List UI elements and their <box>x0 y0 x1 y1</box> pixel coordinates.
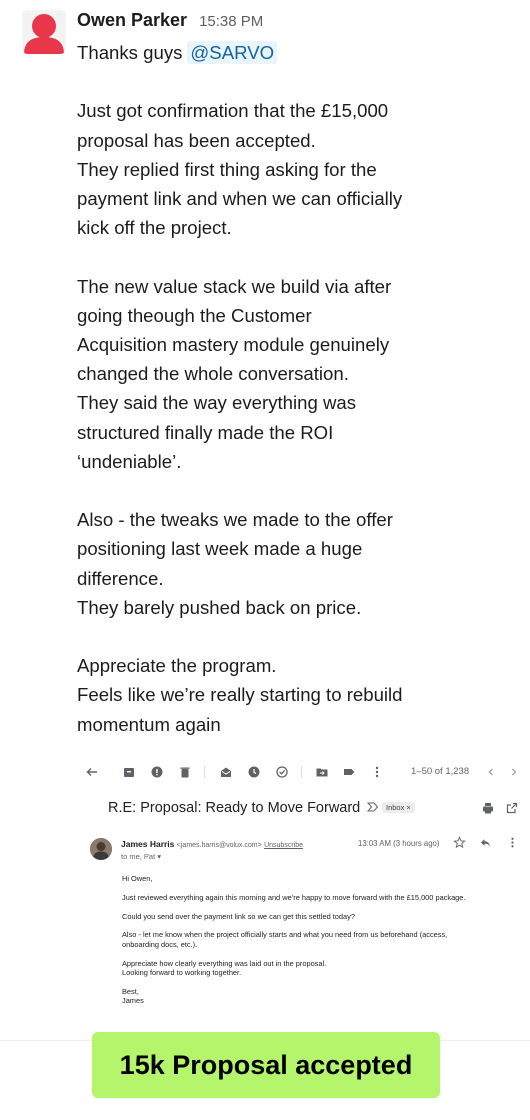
user-avatar[interactable] <box>22 10 66 54</box>
email-date: 13:03 AM (3 hours ago) <box>358 839 440 848</box>
toolbar-divider <box>204 766 205 778</box>
message-line: ‘undeniable’. <box>77 450 182 472</box>
older-chevron-icon[interactable] <box>507 765 521 779</box>
message-line: Acquisition mastery module genuinely <box>77 334 390 355</box>
email-line: Could you send over the payment link so … <box>122 911 355 921</box>
email-paragraph: Could you send over the payment link so … <box>122 912 522 922</box>
snooze-icon[interactable] <box>247 765 261 779</box>
inbox-label-chip[interactable]: Inbox × <box>382 802 415 813</box>
email-toolbar: 1–50 of 1,238 <box>80 756 530 790</box>
message-timestamp[interactable]: 15:38 PM <box>199 13 263 30</box>
more-options-icon[interactable] <box>370 765 384 779</box>
message-text: Thanks guys @SARVO Just got confirmation … <box>77 38 517 739</box>
message-line: structured finally made the ROI <box>77 421 334 443</box>
message-line: The new value stack we build via after <box>77 275 392 297</box>
sender-name[interactable]: James Harris <box>121 839 174 849</box>
message-line: momentum again <box>77 713 221 735</box>
message-first-line: Thanks guys @SARVO <box>77 38 517 67</box>
mention-tag[interactable]: @SARVO <box>187 41 278 64</box>
message-more-icon[interactable] <box>506 836 519 852</box>
message-line: They said the way everything was <box>77 392 357 414</box>
message-line: changed the whole conversation. <box>77 363 349 385</box>
back-arrow-icon[interactable] <box>85 765 99 779</box>
importance-marker-icon[interactable] <box>366 802 379 815</box>
open-new-window-icon[interactable] <box>505 801 519 815</box>
unsubscribe-link[interactable]: Unsubscribe <box>264 842 303 849</box>
email-line: onboarding docs, etc.). <box>122 939 198 949</box>
sender-email: <james.harris@volux.com> <box>176 842 262 849</box>
email-paragraph: Best, James <box>122 987 522 1006</box>
email-line: Appreciate how clearly everything was la… <box>122 958 327 968</box>
report-spam-icon[interactable] <box>150 765 164 779</box>
caption-text: 15k Proposal accepted <box>119 1049 413 1080</box>
toolbar-divider <box>301 766 302 778</box>
move-to-icon[interactable] <box>315 765 329 779</box>
message-line: Appreciate the program. <box>77 655 277 677</box>
add-task-icon[interactable] <box>275 765 289 779</box>
email-line: James <box>122 996 144 1006</box>
recipients-dropdown[interactable]: to me, Pat ▾ <box>121 852 161 861</box>
newer-chevron-icon[interactable] <box>484 765 498 779</box>
message-line: Feels like we’re really starting to rebu… <box>77 684 403 706</box>
message-line: kick off the project. <box>77 217 232 239</box>
archive-icon[interactable] <box>122 765 136 779</box>
reply-icon[interactable] <box>479 836 492 852</box>
star-icon[interactable] <box>453 836 466 852</box>
email-screenshot: 1–50 of 1,238 R.E: Proposal: Ready to Mo… <box>80 756 530 1036</box>
message-line: Just got confirmation that the £15,000 <box>77 100 389 122</box>
avatar-person-icon <box>22 10 66 54</box>
email-line: Hi Owen, <box>122 874 153 883</box>
email-paragraph: Hi Owen, <box>122 874 522 884</box>
message-line: going theough the Customer <box>77 304 312 326</box>
print-icon[interactable] <box>481 801 495 815</box>
pagination-count: 1–50 of 1,238 <box>411 766 470 777</box>
email-paragraph: Also - let me know when the project offi… <box>122 930 522 949</box>
message-line: They replied first thing asking for the <box>77 158 377 180</box>
message-line: difference. <box>77 567 164 589</box>
caption-banner: 15k Proposal accepted <box>92 1032 440 1098</box>
message-greeting: Thanks guys <box>77 42 183 63</box>
email-subject-row: R.E: Proposal: Ready to Move Forward Inb… <box>80 794 530 824</box>
message-author[interactable]: Owen Parker <box>77 10 187 31</box>
email-body: Hi Owen, Just reviewed everything again t… <box>122 874 522 1015</box>
message-line: They barely pushed back on price. <box>77 596 362 618</box>
label-icon[interactable] <box>342 765 356 779</box>
message-line: proposal has been accepted. <box>77 129 316 151</box>
email-line: Also - let me know when the project offi… <box>122 930 448 940</box>
email-subject: R.E: Proposal: Ready to Move Forward <box>108 800 361 816</box>
email-line: Just reviewed everything again this morn… <box>122 892 466 902</box>
sender-line: James Harris <james.harris@volux.com> Un… <box>121 839 303 849</box>
email-line: Looking forward to working together. <box>122 968 242 978</box>
message-line: payment link and when we can officially <box>77 188 403 209</box>
email-line: Best, <box>122 986 139 996</box>
message-line: Also - the tweaks we made to the offer <box>77 509 393 531</box>
email-paragraph: Just reviewed everything again this morn… <box>122 893 522 903</box>
message-lines: Just got confirmation that the £15,000 pr… <box>77 67 517 739</box>
message-line: positioning last week made a huge <box>77 538 363 560</box>
sender-avatar[interactable] <box>90 838 112 860</box>
mark-unread-icon[interactable] <box>219 765 233 779</box>
delete-icon[interactable] <box>178 765 192 779</box>
email-paragraph: Appreciate how clearly everything was la… <box>122 959 522 978</box>
